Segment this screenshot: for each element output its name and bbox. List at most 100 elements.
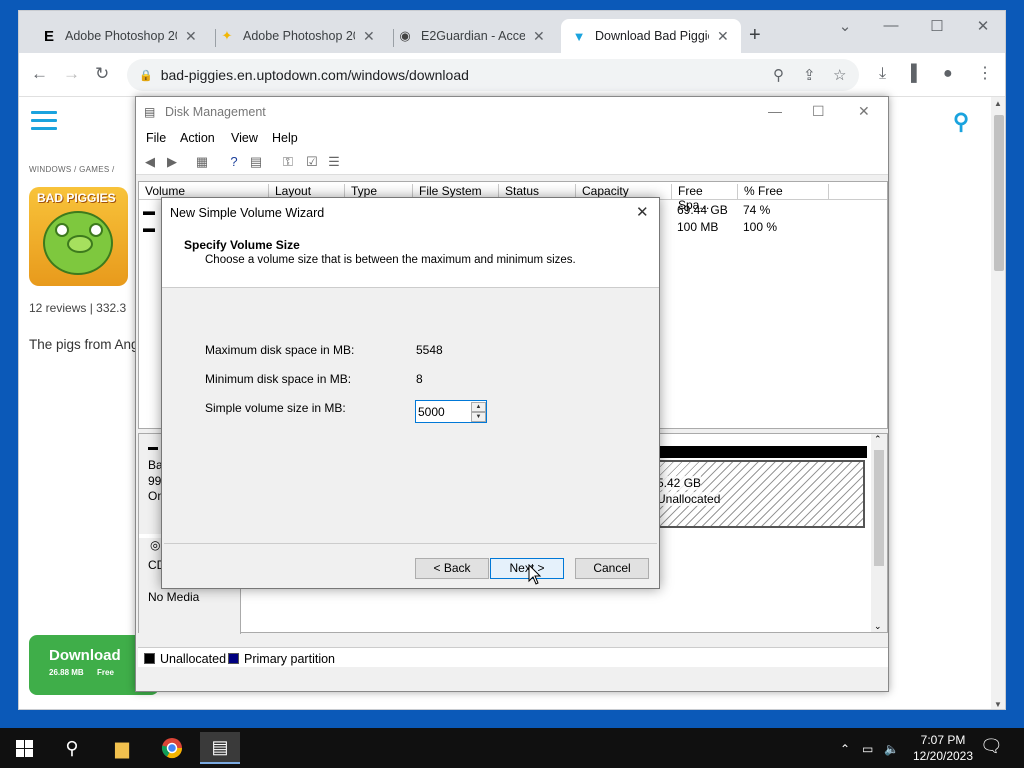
decrement-icon[interactable]: ▼ [471, 412, 486, 422]
volume-muted-icon[interactable]: 🔈 [884, 742, 899, 756]
increment-icon[interactable]: ▲ [471, 402, 486, 412]
tab-photoshop-1[interactable]: E Adobe Photoshop 20 ✕ [31, 19, 217, 53]
share-icon[interactable]: ⇪ [803, 66, 816, 84]
properties-icon[interactable]: ▤ [248, 154, 264, 170]
column-free-space[interactable]: Free Spa... [672, 184, 738, 212]
scroll-down-icon[interactable]: ⌄ [874, 621, 882, 632]
disk-management-icon: ▤ [144, 105, 156, 119]
wizard-title: New Simple Volume Wizard [170, 206, 325, 220]
scroll-thumb[interactable] [994, 115, 1004, 271]
close-icon[interactable]: ✕ [636, 203, 649, 221]
disk-management-titlebar: ▤ Disk Management — ☐ ✕ [136, 97, 888, 127]
page-scrollbar[interactable]: ▲ ▼ [991, 97, 1005, 709]
forward-arrow-icon[interactable]: ▶ [164, 154, 180, 170]
menu-file[interactable]: File [146, 131, 166, 145]
maximize-icon[interactable]: ☐ [917, 17, 957, 35]
app-description: The pigs from Ang [29, 337, 139, 352]
tab-close-icon[interactable]: ✕ [185, 28, 197, 45]
system-clock[interactable]: 7:07 PM 12/20/2023 [910, 732, 976, 764]
scroll-up-icon[interactable]: ▲ [994, 99, 1002, 108]
new-simple-volume-wizard: New Simple Volume Wizard ✕ Specify Volum… [161, 197, 660, 589]
cancel-button[interactable]: Cancel [575, 558, 649, 579]
back-arrow-icon[interactable]: ◀ [142, 154, 158, 170]
menu-bar: File Action View Help [136, 127, 888, 149]
show-hidden-icons[interactable]: ⌃ [840, 742, 850, 756]
profile-avatar-icon[interactable]: ● [943, 65, 953, 83]
help-icon[interactable]: ? [226, 154, 242, 170]
tab-photoshop-2[interactable]: ✦ Adobe Photoshop 20 ✕ [209, 19, 395, 53]
windows-start-icon[interactable] [4, 732, 44, 764]
taskbar: ⚲ ▆ ▤ ⌃ ▭ 🔈 7:07 PM 12/20/2023 🗨 [0, 728, 1024, 768]
download-icon[interactable]: ⤓ [879, 65, 886, 83]
min-space-label: Minimum disk space in MB: [205, 372, 352, 386]
reviews-count[interactable]: 12 reviews | 332.3 [29, 301, 126, 315]
close-icon[interactable]: ✕ [963, 17, 1003, 35]
menu-dots-icon[interactable]: ⋮ [977, 65, 993, 83]
tab-close-icon[interactable]: ✕ [363, 28, 375, 45]
address-bar[interactable]: 🔒 bad-piggies.en.uptodown.com/windows/do… [127, 59, 859, 91]
menu-action[interactable]: Action [180, 131, 215, 145]
tab-close-icon[interactable]: ✕ [717, 28, 729, 45]
scroll-up-icon[interactable]: ⌃ [874, 434, 882, 445]
tab-bad-piggies[interactable]: ▼ Download Bad Piggie ✕ [561, 19, 741, 53]
console-tree-icon[interactable]: ▦ [194, 154, 210, 170]
network-icon[interactable]: ▭ [862, 742, 873, 756]
volume-size-input[interactable] [416, 401, 470, 422]
volume-drive-icon: ▬ [143, 221, 155, 235]
scroll-thumb[interactable] [874, 450, 884, 566]
browser-toolbar: ← → ↻ 🔒 bad-piggies.en.uptodown.com/wind… [19, 53, 1005, 97]
back-arrow-icon[interactable]: ← [31, 65, 48, 83]
hamburger-menu-icon[interactable] [31, 111, 57, 131]
reload-icon[interactable]: ↻ [95, 65, 109, 83]
table-row[interactable]: 74 % [743, 203, 770, 217]
disk-management-taskbar-icon[interactable]: ▤ [200, 732, 240, 764]
checklist-icon[interactable]: ☑ [304, 154, 320, 170]
menu-help[interactable]: Help [272, 131, 298, 145]
unallocated-partition[interactable]: 5.42 GB Unallocated [655, 460, 865, 528]
new-tab-icon[interactable]: + [749, 25, 761, 45]
volume-size-label: Simple volume size in MB: [205, 401, 346, 415]
tab-search-icon[interactable]: ⌄ [825, 17, 865, 35]
volume-size-stepper[interactable]: ▲ ▼ [415, 400, 487, 423]
tech-site-icon: E [43, 27, 54, 45]
table-row[interactable]: 100 MB [677, 220, 718, 234]
file-explorer-icon[interactable]: ▆ [102, 732, 142, 764]
max-space-value: 5548 [416, 343, 443, 357]
table-row[interactable]: 69.44 GB [677, 203, 728, 217]
graph-scrollbar[interactable]: ⌃ ⌄ [871, 434, 887, 632]
unallocated-bar [655, 446, 867, 458]
search-icon[interactable]: ⚲ [52, 732, 92, 764]
forward-arrow-icon[interactable]: → [63, 65, 80, 83]
search-icon[interactable]: ⚲ [773, 66, 784, 84]
back-button[interactable]: < Back [415, 558, 489, 579]
wizard-heading: Specify Volume Size [184, 238, 300, 252]
next-button[interactable]: Next > [490, 558, 564, 579]
disk-icon: ▬ [148, 442, 158, 453]
menu-view[interactable]: View [231, 131, 258, 145]
connect-icon[interactable]: ⚿ [280, 154, 296, 170]
wizard-header: New Simple Volume Wizard ✕ Specify Volum… [162, 198, 659, 288]
tab-e2guardian[interactable]: ◉ E2Guardian - Access ✕ [387, 19, 563, 53]
breadcrumb[interactable]: WINDOWS / GAMES / [29, 165, 115, 174]
table-row[interactable]: 100 % [743, 220, 777, 234]
wizard-subheading: Choose a volume size that is between the… [205, 254, 576, 266]
notification-icon[interactable]: 🗨 [980, 736, 1003, 757]
site-search-icon[interactable]: ⚲ [953, 109, 969, 135]
settings-list-icon[interactable]: ☰ [326, 154, 342, 170]
tab-close-icon[interactable]: ✕ [533, 28, 545, 45]
max-space-label: Maximum disk space in MB: [205, 343, 355, 357]
maximize-icon[interactable]: ☐ [812, 103, 825, 120]
bookmark-star-icon[interactable]: ☆ [833, 66, 846, 84]
disk-toolbar: ◀ ▶ ▦ ? ▤ ⚿ ☑ ☰ [136, 149, 888, 175]
globe-icon: ◉ [399, 28, 411, 43]
close-icon[interactable]: ✕ [858, 103, 870, 120]
chrome-icon[interactable] [152, 732, 192, 764]
legend-bar: Unallocated Primary partition [138, 647, 888, 667]
legend-swatch-unallocated [144, 653, 155, 664]
minimize-icon[interactable]: — [871, 17, 911, 34]
column-percent-free[interactable]: % Free [738, 184, 829, 200]
scroll-down-icon[interactable]: ▼ [994, 700, 1002, 709]
app-icon-bad-piggies: BAD PIGGIES [29, 187, 128, 286]
side-panel-icon[interactable]: ▌ [911, 65, 922, 83]
minimize-icon[interactable]: — [768, 103, 782, 119]
